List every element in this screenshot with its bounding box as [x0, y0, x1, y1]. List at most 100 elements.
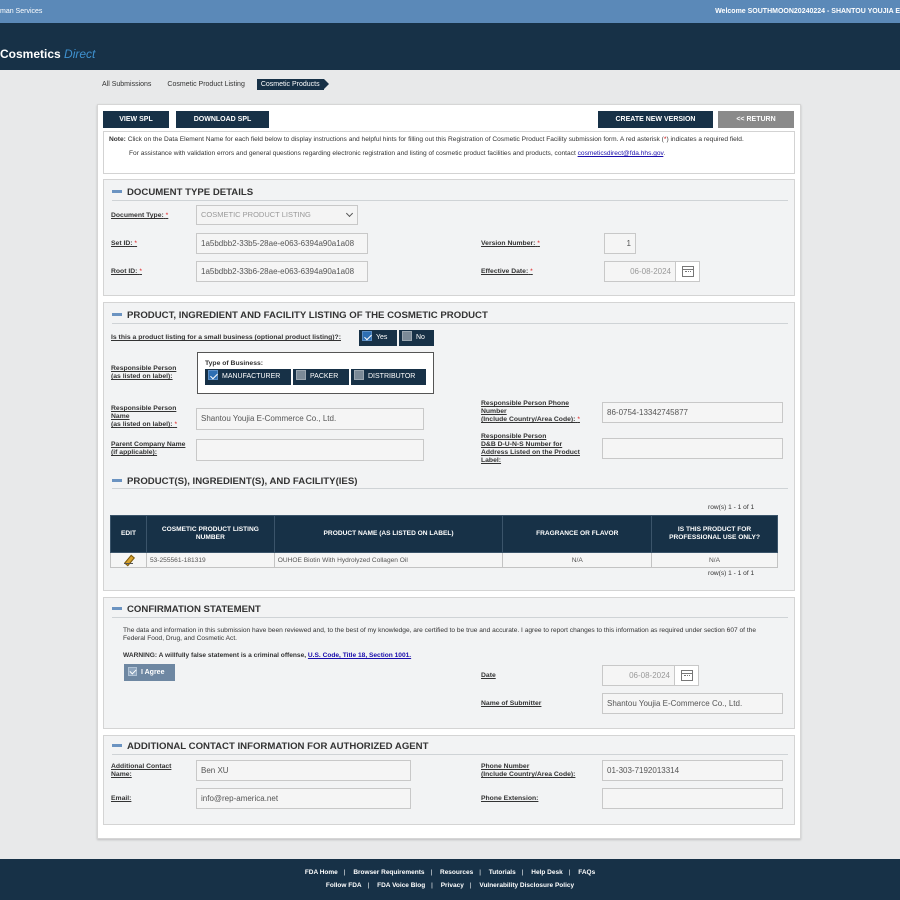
- duns-number-label[interactable]: Responsible Person D&B D-U-N-S Number for…: [481, 433, 580, 465]
- parent-company-field[interactable]: [196, 439, 424, 461]
- responsible-person-name-label[interactable]: Responsible Person Name (as listed on labe…: [111, 405, 177, 429]
- breadcrumb-all-submissions[interactable]: All Submissions: [98, 79, 157, 90]
- checkbox-unchecked-icon: [354, 370, 364, 381]
- small-business-no-toggle[interactable]: No: [399, 330, 434, 346]
- cosmetics-direct-logo[interactable]: Cosmetics Direct: [0, 47, 95, 61]
- professional-use-cell: N/A: [651, 552, 778, 568]
- set-id-field[interactable]: 1a5bdbb2-33b5-28ae-e063-6394a90a1a08: [196, 233, 368, 254]
- checkbox-unchecked-icon: [296, 370, 306, 381]
- footer-links-row-2: Follow FDA | FDA Voice Blog | Privacy | Vul…: [325, 882, 575, 889]
- column-header-professional-use[interactable]: IS THIS PRODUCT FOR PROFESSIONAL USE ONL…: [651, 515, 778, 553]
- phone-extension-field[interactable]: [602, 788, 783, 809]
- table-row: 53-255561-181319 OUHOE Biotin With Hydro…: [110, 552, 778, 568]
- checkbox-unchecked-icon: [402, 331, 412, 342]
- email-field[interactable]: info@rep-america.net: [196, 788, 411, 809]
- agent-phone-field[interactable]: 01-303-7192013314: [602, 760, 783, 781]
- row-count-bottom: row(s) 1 - 1 of 1: [708, 570, 755, 577]
- checkbox-checked-icon: [128, 666, 137, 676]
- section-title: DOCUMENT TYPE DETAILS: [112, 187, 253, 198]
- fragrance-cell: N/A: [502, 552, 653, 568]
- section-title: PRODUCT, INGREDIENT AND FACILITY LISTING…: [112, 310, 488, 321]
- responsible-person-phone-label[interactable]: Responsible Person Phone Number (Include C…: [481, 400, 580, 424]
- column-header-product-name[interactable]: PRODUCT NAME (AS LISTED ON LABEL): [273, 515, 504, 553]
- footer-link-resources[interactable]: Resources: [440, 869, 473, 876]
- i-agree-checkbox[interactable]: I Agree: [124, 664, 175, 681]
- products-table: EDIT COSMETIC PRODUCT LISTING NUMBER PRO…: [110, 515, 778, 568]
- root-id-label[interactable]: Root ID: *: [111, 268, 142, 276]
- phone-extension-label[interactable]: Phone Extension:: [481, 795, 538, 803]
- footer-link-browser-requirements[interactable]: Browser Requirements: [353, 869, 424, 876]
- root-id-field[interactable]: 1a5bdbb2-33b6-28ae-e063-6394a90a1a08: [196, 261, 368, 282]
- small-business-label[interactable]: Is this a product listing for a small bu…: [111, 334, 341, 342]
- column-header-listing-number[interactable]: COSMETIC PRODUCT LISTING NUMBER: [145, 515, 275, 553]
- footer-link-faqs[interactable]: FAQs: [578, 869, 595, 876]
- confirmation-statement-text: The data and information in this submiss…: [123, 627, 757, 642]
- edit-cell: [110, 552, 147, 568]
- effective-date-label[interactable]: Effective Date: *: [481, 268, 533, 276]
- agent-phone-label[interactable]: Phone Number (Include Country/Area Code):: [481, 763, 575, 779]
- effective-date-field[interactable]: 06-08-2024: [604, 261, 676, 282]
- responsible-person-name-field[interactable]: Shantou Youjia E-Commerce Co., Ltd.: [196, 408, 424, 430]
- business-type-packer-toggle[interactable]: PACKER: [293, 369, 349, 385]
- name-of-submitter-label[interactable]: Name of Submitter: [481, 700, 541, 708]
- row-count-top: row(s) 1 - 1 of 1: [708, 504, 755, 511]
- version-number-field[interactable]: 1: [604, 233, 636, 254]
- additional-contact-name-field[interactable]: Ben XU: [196, 760, 411, 781]
- confirmation-date-field[interactable]: 06-08-2024: [602, 665, 675, 686]
- version-number-label[interactable]: Version Number: *: [481, 240, 540, 248]
- calendar-icon: [682, 266, 694, 277]
- app-header: Cosmetics Direct: [0, 23, 900, 70]
- instructions-note: Note: Click on the Data Element Name for…: [103, 131, 795, 174]
- small-business-yes-toggle[interactable]: Yes: [359, 330, 397, 346]
- warning-text: WARNING: A willfully false statement is …: [123, 652, 412, 659]
- footer-link-fda-voice-blog[interactable]: FDA Voice Blog: [377, 882, 425, 889]
- email-label[interactable]: Email:: [111, 795, 131, 803]
- set-id-label[interactable]: Set ID: *: [111, 240, 137, 248]
- duns-number-field[interactable]: [602, 438, 783, 459]
- date-label[interactable]: Date: [481, 672, 496, 680]
- checkbox-checked-icon: [208, 370, 218, 381]
- view-spl-button[interactable]: VIEW SPL: [103, 111, 169, 128]
- footer-link-privacy[interactable]: Privacy: [441, 882, 464, 889]
- footer-link-tutorials[interactable]: Tutorials: [489, 869, 516, 876]
- footer: FDA Home | Browser Requirements | Resource…: [0, 859, 900, 900]
- agency-name: man Services: [0, 8, 43, 15]
- breadcrumb-cosmetic-product-listing[interactable]: Cosmetic Product Listing: [163, 79, 250, 90]
- footer-link-vulnerability-disclosure[interactable]: Vulnerability Disclosure Policy: [479, 882, 574, 889]
- name-of-submitter-field[interactable]: Shantou Youjia E-Commerce Co., Ltd.: [602, 693, 783, 714]
- chevron-down-icon: [345, 209, 354, 218]
- business-type-manufacturer-toggle[interactable]: MANUFACTURER: [205, 369, 291, 385]
- document-type-label[interactable]: Document Type: *: [111, 212, 168, 220]
- footer-link-help-desk[interactable]: Help Desk: [531, 869, 562, 876]
- listing-number-cell: 53-255561-181319: [145, 552, 275, 568]
- footer-link-fda-home[interactable]: FDA Home: [305, 869, 338, 876]
- return-button[interactable]: << RETURN: [718, 111, 794, 128]
- type-of-business-label: Type of Business:: [205, 360, 264, 367]
- column-header-edit: EDIT: [110, 515, 147, 553]
- section-title: ADDITIONAL CONTACT INFORMATION FOR AUTHO…: [112, 741, 428, 752]
- footer-link-follow-fda[interactable]: Follow FDA: [326, 882, 362, 889]
- us-code-link[interactable]: U.S. Code, Title 18, Section 1001.: [308, 652, 411, 659]
- effective-date-calendar-button[interactable]: [675, 261, 700, 282]
- section-title: CONFIRMATION STATEMENT: [112, 604, 261, 615]
- responsible-person-label[interactable]: Responsible Person (as listed on label):: [111, 365, 176, 381]
- welcome-text: Welcome SOUTHMOON20240224 - SHANTOU YOUJ…: [715, 8, 900, 15]
- business-type-distributor-toggle[interactable]: DISTRIBUTOR: [351, 369, 426, 385]
- document-type-select[interactable]: COSMETIC PRODUCT LISTING: [196, 205, 358, 225]
- column-header-fragrance[interactable]: FRAGRANCE OR FLAVOR: [502, 515, 653, 553]
- top-bar: man Services Welcome SOUTHMOON20240224 -…: [0, 0, 900, 23]
- pencil-edit-icon[interactable]: [123, 555, 133, 564]
- support-email-link[interactable]: cosmeticsdirect@fda.hhs.gov: [578, 150, 664, 157]
- parent-company-label[interactable]: Parent Company Name (if applicable):: [111, 441, 185, 457]
- create-new-version-button[interactable]: CREATE NEW VERSION: [598, 111, 713, 128]
- calendar-icon: [681, 670, 693, 681]
- confirmation-date-calendar-button[interactable]: [674, 665, 699, 686]
- additional-contact-name-label[interactable]: Additional Contact Name:: [111, 763, 171, 779]
- product-name-cell: OUHOE Biotin With Hydrolyzed Collagen Oi…: [273, 552, 504, 568]
- breadcrumb: All Submissions Cosmetic Product Listing…: [98, 79, 330, 90]
- download-spl-button[interactable]: DOWNLOAD SPL: [176, 111, 269, 128]
- responsible-person-phone-field[interactable]: 86-0754-13342745877: [602, 402, 783, 423]
- products-subsection-title: PRODUCT(S), INGREDIENT(S), AND FACILITY(…: [112, 476, 357, 487]
- breadcrumb-cosmetic-products: Cosmetic Products: [256, 79, 329, 90]
- table-header-row: EDIT COSMETIC PRODUCT LISTING NUMBER PRO…: [110, 515, 778, 553]
